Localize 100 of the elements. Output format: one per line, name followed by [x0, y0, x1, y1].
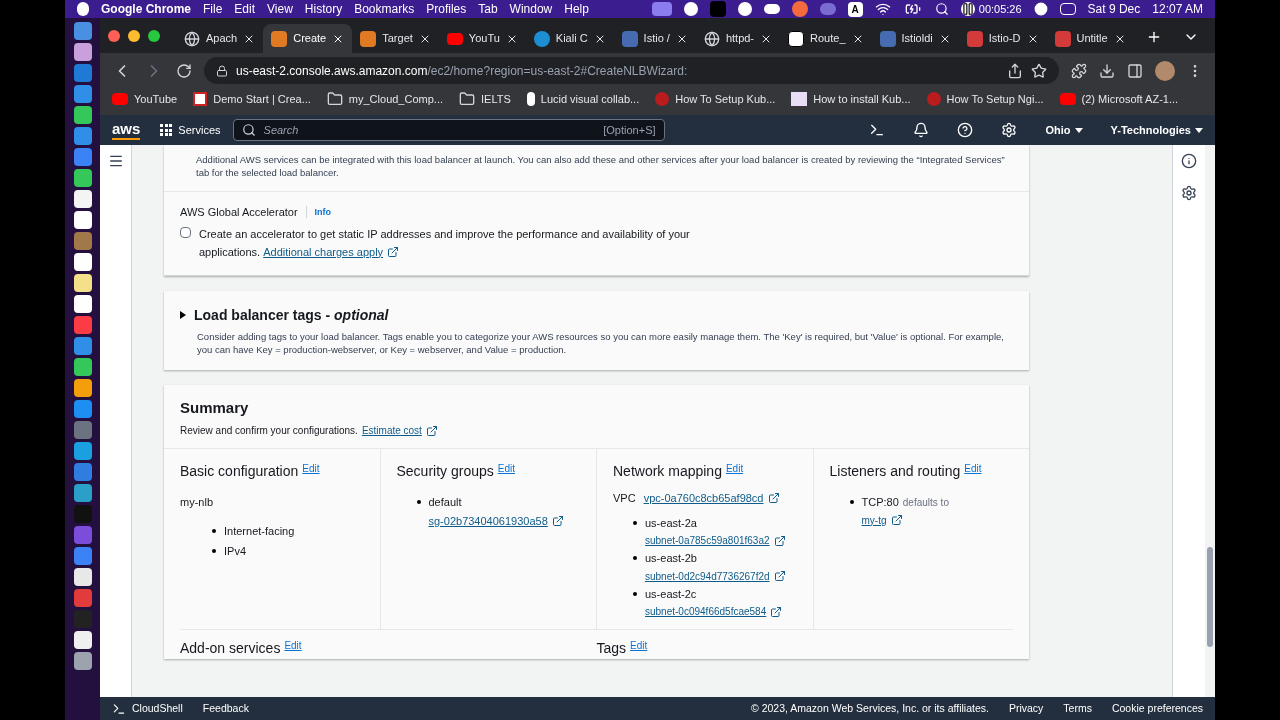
search-field[interactable]: Search [Option+S]	[232, 119, 665, 141]
app-icon[interactable]	[73, 295, 92, 313]
bookmark[interactable]: How To Setup Ngi...	[926, 90, 1044, 108]
pause-icon[interactable]	[960, 2, 975, 16]
close-window-button[interactable]	[108, 29, 120, 42]
menu-item[interactable]: Help	[564, 0, 589, 18]
aws-logo[interactable]: aws	[112, 120, 141, 140]
browser-tab[interactable]: Target	[352, 24, 439, 53]
external-link[interactable]: subnet-0d2c94d7736267f2d	[645, 568, 786, 584]
browser-tab[interactable]: httpd-	[695, 24, 781, 53]
bookmark[interactable]: How To Setup Kub...	[655, 90, 776, 108]
bookmark[interactable]: YouTube	[112, 90, 178, 108]
accelerator-checkbox[interactable]	[180, 226, 191, 238]
app-icon[interactable]	[73, 274, 92, 292]
external-link[interactable]: subnet-0c094f66d5fcae584	[645, 604, 783, 619]
external-link[interactable]: Estimate cost	[361, 423, 438, 438]
menu-item[interactable]: Edit	[234, 0, 256, 18]
browser-tab[interactable]: Istioldi	[871, 24, 959, 53]
avatar[interactable]	[1155, 60, 1175, 81]
app-icon[interactable]	[73, 484, 92, 502]
app-icon[interactable]	[73, 190, 92, 208]
menu-item[interactable]: Profiles	[426, 0, 467, 18]
menu-item[interactable]: History	[304, 0, 343, 18]
bookmark[interactable]: (2) Microsoft AZ-1...	[1059, 90, 1179, 108]
wifi-icon[interactable]	[874, 1, 891, 17]
edit-link[interactable]: Edit	[964, 461, 982, 476]
bookmark[interactable]: my_Cloud_Comp...	[326, 90, 443, 108]
app-icon[interactable]	[73, 652, 92, 670]
app-icon[interactable]	[73, 211, 92, 229]
external-link-icon	[551, 514, 564, 527]
app-icon[interactable]	[73, 106, 92, 124]
browser-tab[interactable]: Route_	[780, 24, 872, 53]
notifications-icon[interactable]	[913, 122, 930, 138]
additional-charges-link[interactable]: Additional charges apply	[263, 242, 400, 261]
address-bar[interactable]: us-east-2.console.aws.amazon.com/ec2/home?region=us-east-2#CreateNLBWizard:	[204, 57, 1059, 84]
edit-link[interactable]: Edit	[725, 461, 744, 476]
menu-item[interactable]: Tab	[478, 0, 498, 18]
tags-expander[interactable]: Load balancer tags - optional	[180, 304, 1013, 326]
status-icon[interactable]	[683, 2, 698, 16]
browser-tab[interactable]: YouTu	[438, 24, 526, 53]
edit-link[interactable]: Edit	[284, 638, 302, 653]
external-link[interactable]: subnet-0a785c59a801f63a2	[645, 533, 786, 548]
search-icon[interactable]	[934, 2, 949, 16]
search-input[interactable]: Search	[263, 121, 596, 139]
bookmark[interactable]: Lucid visual collab...	[526, 90, 640, 108]
services-button[interactable]: Services	[160, 121, 221, 139]
status-icon[interactable]	[737, 2, 752, 16]
info-icon[interactable]	[1181, 153, 1197, 169]
app-icon[interactable]	[73, 169, 92, 187]
account-menu[interactable]: Y-Technologies	[1110, 121, 1203, 139]
menu-item[interactable]: View	[267, 0, 293, 18]
info-link[interactable]: Info	[314, 205, 332, 219]
footer-link[interactable]: Cookie preferences	[1111, 700, 1203, 717]
share-icon[interactable]	[1007, 62, 1023, 79]
edit-link[interactable]: Edit	[302, 461, 320, 476]
browser-tab[interactable]: Create	[263, 24, 353, 53]
external-link[interactable]: my-tg	[861, 512, 949, 528]
cloudshell-icon[interactable]	[869, 122, 886, 138]
control-center-icon[interactable]	[1059, 3, 1076, 15]
tab-title: Create	[293, 31, 327, 47]
browser-tab[interactable]: Istio-D	[958, 24, 1047, 53]
settings-icon[interactable]	[1001, 122, 1018, 138]
app-icon[interactable]	[73, 442, 92, 460]
footer-link[interactable]: Terms	[1063, 700, 1092, 717]
app-icon[interactable]	[73, 568, 92, 586]
bookmark-star-icon[interactable]	[1031, 62, 1047, 79]
maximize-window-button[interactable]	[148, 29, 160, 42]
side-panel-icon[interactable]	[1127, 62, 1143, 79]
app-icon[interactable]	[73, 631, 92, 649]
browser-tab[interactable]: Kiali C	[525, 24, 614, 53]
browser-tab[interactable]: Apach	[176, 24, 264, 53]
menu-item[interactable]: Window	[509, 0, 553, 18]
cloudshell-button[interactable]: CloudShell	[112, 700, 183, 717]
menu-item[interactable]: File	[203, 0, 223, 18]
region-menu[interactable]: Ohio	[1045, 121, 1083, 139]
external-link[interactable]: vpc-0a760c8cb65af98cd	[643, 490, 780, 507]
bookmark[interactable]: How to install Kub...	[791, 90, 911, 108]
browser-tab[interactable]: Istio /	[613, 24, 696, 53]
feedback-link[interactable]: Feedback	[202, 700, 249, 717]
app-icon[interactable]	[73, 253, 92, 271]
app-icon[interactable]	[73, 379, 92, 397]
scrollbar-thumb[interactable]	[1207, 547, 1213, 647]
bookmark[interactable]: IELTS	[459, 90, 511, 108]
app-icon[interactable]	[73, 43, 92, 61]
reload-icon[interactable]	[176, 62, 192, 79]
bookmark[interactable]: Demo Start | Crea...	[193, 90, 311, 108]
extensions-icon[interactable]	[1071, 62, 1087, 79]
footer-link[interactable]: Privacy	[1008, 700, 1044, 717]
download-icon[interactable]	[1099, 62, 1115, 79]
external-link[interactable]: sg-02b73404061930a58	[428, 512, 564, 529]
edit-link[interactable]: Edit	[630, 638, 648, 653]
app-icon[interactable]	[73, 358, 92, 376]
menu-item[interactable]: Bookmarks	[354, 0, 415, 18]
help-icon[interactable]	[957, 122, 974, 138]
edit-link[interactable]: Edit	[497, 461, 515, 476]
browser-tab[interactable]: Untitle	[1046, 24, 1134, 53]
stop-icon[interactable]	[1033, 2, 1048, 16]
minimize-window-button[interactable]	[128, 29, 140, 42]
menu-icon[interactable]	[107, 153, 124, 169]
input-source[interactable]: A	[847, 1, 863, 17]
